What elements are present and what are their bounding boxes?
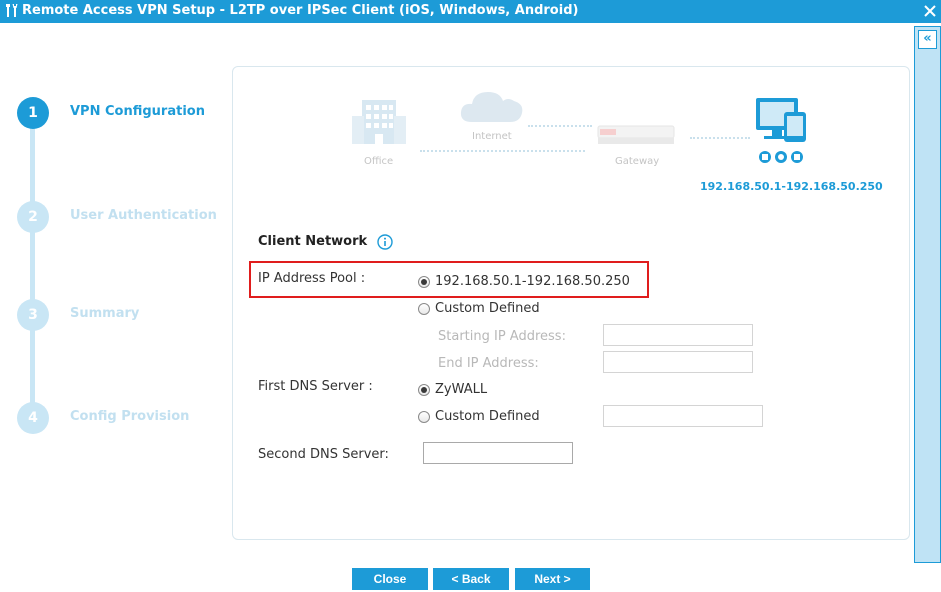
client-link-line: [690, 137, 750, 139]
step-config-provision[interactable]: 4 Config Provision: [17, 402, 227, 434]
first-dns-zywall-label[interactable]: ZyWALL: [435, 382, 487, 397]
side-panel-strip: «: [914, 26, 941, 563]
step-number: 3: [17, 299, 49, 331]
first-dns-custom-radio[interactable]: [418, 411, 430, 423]
step-vpn-configuration[interactable]: 1 VPN Configuration: [17, 97, 227, 129]
internet-label: Internet: [472, 131, 512, 142]
starting-ip-label: Starting IP Address:: [438, 329, 566, 344]
step-label: User Authentication: [70, 208, 217, 223]
internet-link-line: [528, 125, 592, 127]
first-dns-custom-label[interactable]: Custom Defined: [435, 409, 540, 424]
end-ip-input[interactable]: [603, 351, 753, 373]
ip-pool-label: IP Address Pool :: [258, 271, 366, 286]
step-user-authentication[interactable]: 2 User Authentication: [17, 201, 227, 233]
step-number: 2: [17, 201, 49, 233]
ip-pool-custom-label[interactable]: Custom Defined: [435, 301, 540, 316]
step-number: 4: [17, 402, 49, 434]
ip-pool-custom-radio[interactable]: [418, 303, 430, 315]
wrench-screwdriver-icon: [6, 4, 18, 17]
office-building-icon: [352, 100, 406, 144]
title-bar: Remote Access VPN Setup - L2TP over IPSe…: [0, 0, 941, 23]
gateway-label: Gateway: [615, 156, 660, 167]
first-dns-custom-input[interactable]: [603, 405, 763, 427]
end-ip-label: End IP Address:: [438, 356, 539, 371]
next-button[interactable]: Next >: [515, 568, 590, 590]
second-dns-label: Second DNS Server:: [258, 447, 389, 462]
step-number: 1: [17, 97, 49, 129]
client-network-title: Client Network: [258, 234, 368, 249]
client-ip-range: 192.168.50.1-192.168.50.250: [700, 180, 883, 193]
second-dns-input[interactable]: [423, 442, 573, 464]
back-button[interactable]: < Back: [433, 568, 509, 590]
office-label: Office: [364, 156, 394, 167]
step-label: Config Provision: [70, 409, 190, 424]
cloud-icon: [460, 92, 523, 122]
os-icons: [759, 151, 803, 163]
step-label: Summary: [70, 306, 140, 321]
starting-ip-input[interactable]: [603, 324, 753, 346]
info-icon[interactable]: [377, 234, 393, 250]
step-summary[interactable]: 3 Summary: [17, 299, 227, 331]
close-button[interactable]: Close: [352, 568, 428, 590]
step-label: VPN Configuration: [70, 104, 205, 119]
gateway-device-icon: [597, 125, 675, 144]
client-devices-icon: [756, 98, 806, 142]
ip-pool-default-label[interactable]: 192.168.50.1-192.168.50.250: [435, 274, 630, 289]
office-link-line: [420, 150, 585, 152]
step-connector: [30, 128, 35, 416]
ip-pool-default-radio[interactable]: [418, 276, 430, 288]
window-title: Remote Access VPN Setup - L2TP over IPSe…: [22, 3, 579, 18]
close-icon[interactable]: [923, 4, 937, 18]
double-chevron-left-icon[interactable]: «: [918, 30, 937, 49]
first-dns-zywall-radio[interactable]: [418, 384, 430, 396]
first-dns-label: First DNS Server :: [258, 379, 373, 394]
